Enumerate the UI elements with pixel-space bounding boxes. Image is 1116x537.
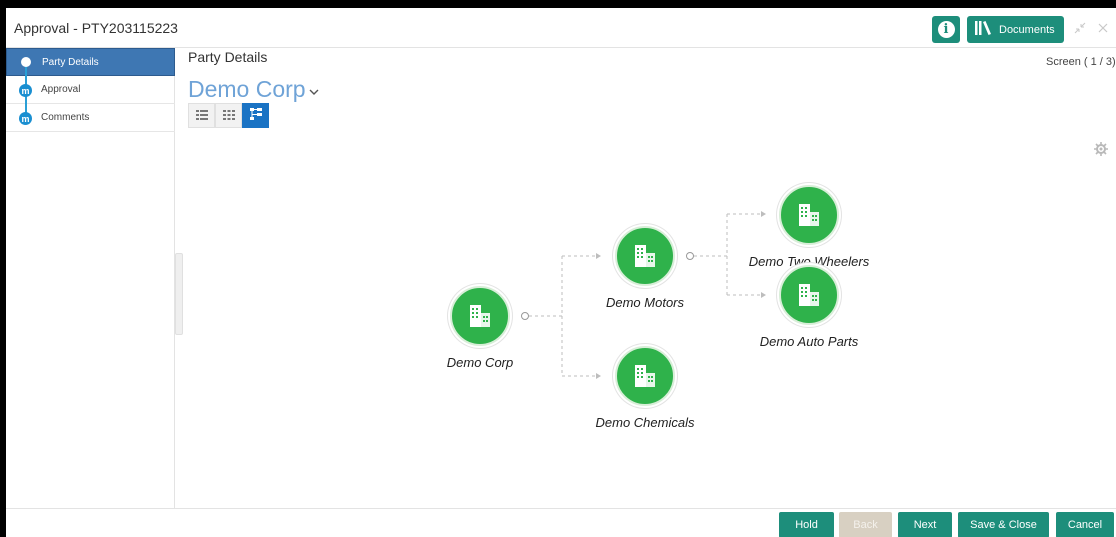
- save-close-button[interactable]: Save & Close: [958, 512, 1049, 537]
- footer-bar: Hold Back Next Save & Close Cancel: [6, 508, 1116, 537]
- tree-node-demo-two-wheelers[interactable]: Demo Two Wheelers: [709, 185, 909, 269]
- building-icon: [450, 286, 510, 346]
- building-icon: [779, 265, 839, 325]
- back-button[interactable]: Back: [839, 512, 892, 537]
- node-label: Demo Chemicals: [595, 415, 695, 430]
- hold-button[interactable]: Hold: [779, 512, 834, 537]
- cancel-button[interactable]: Cancel: [1056, 512, 1114, 537]
- hierarchy-tree: Demo Corp Demo Motors Demo Chemicals Dem…: [6, 8, 1116, 537]
- building-icon: [615, 346, 675, 406]
- tree-node-demo-chemicals[interactable]: Demo Chemicals: [545, 346, 745, 430]
- node-label: Demo Auto Parts: [759, 334, 859, 349]
- next-button[interactable]: Next: [898, 512, 952, 537]
- tree-node-demo-auto-parts[interactable]: Demo Auto Parts: [709, 265, 909, 349]
- building-icon: [779, 185, 839, 245]
- approval-window: Approval - PTY203115223 i Documents Part…: [6, 8, 1116, 537]
- building-icon: [615, 226, 675, 286]
